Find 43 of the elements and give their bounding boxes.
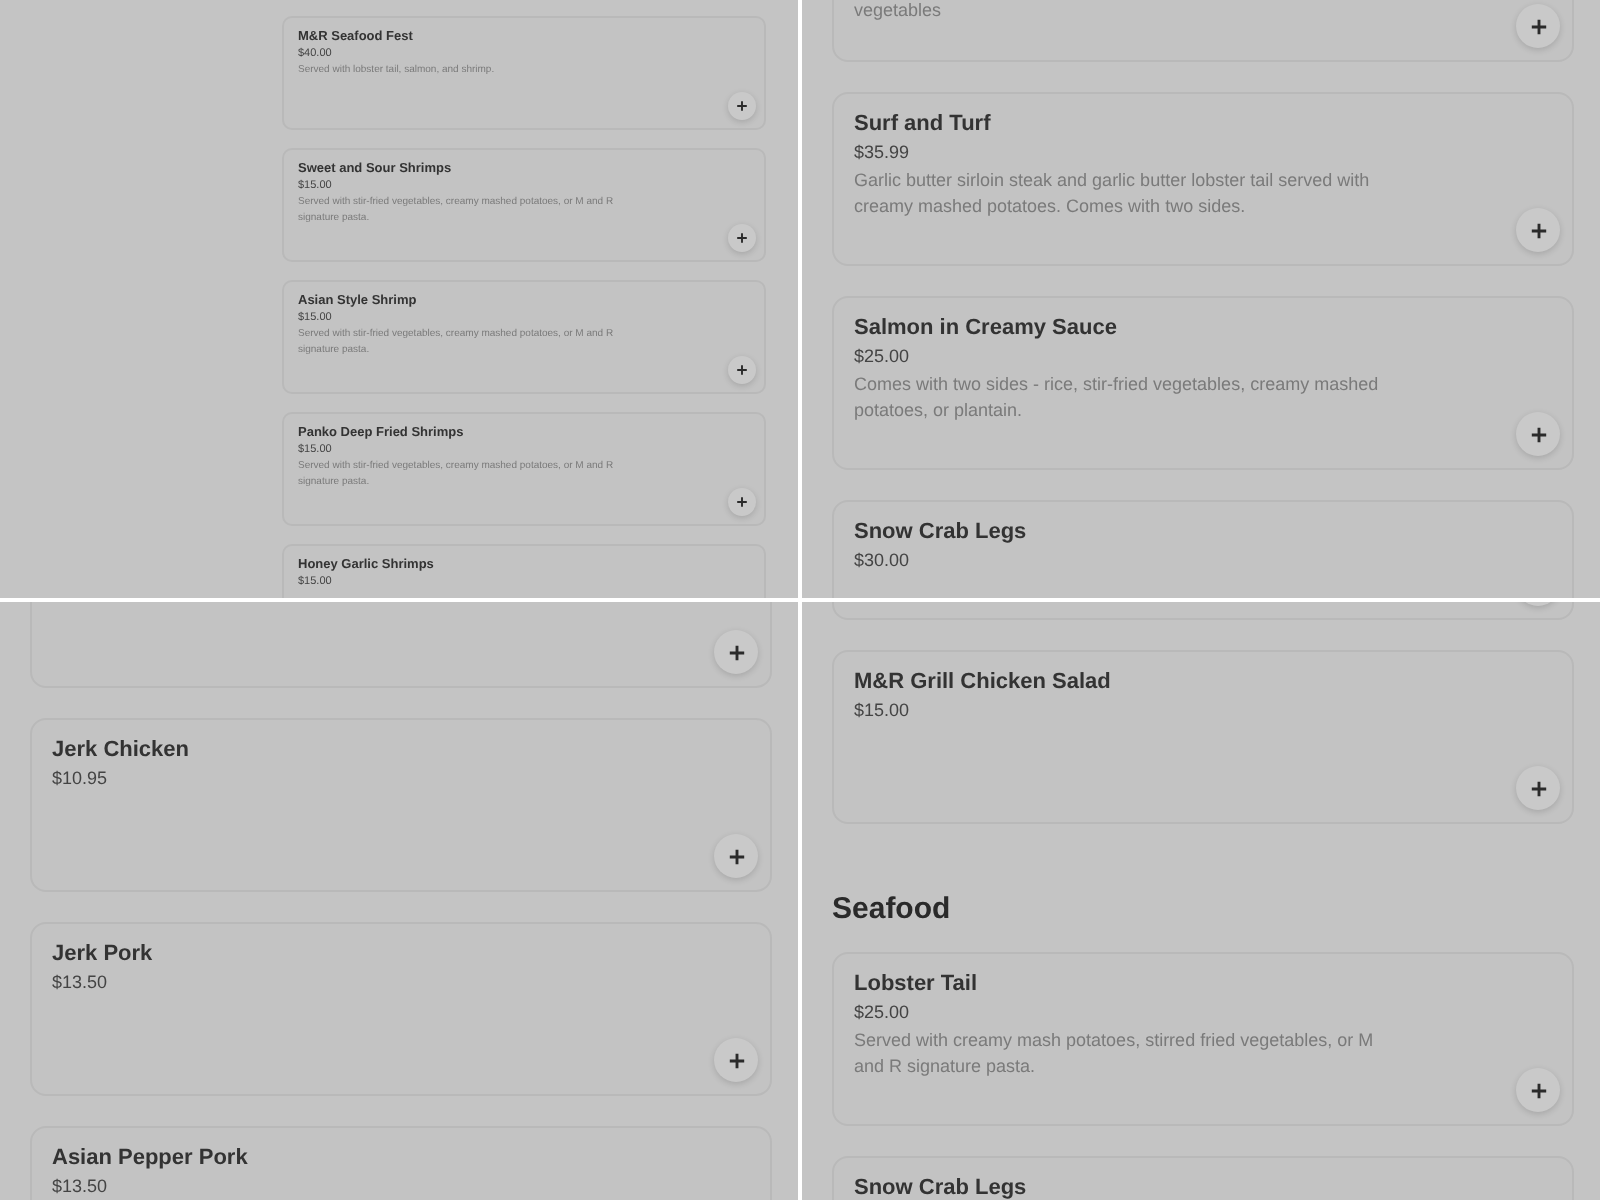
plus-icon <box>727 643 745 661</box>
item-price: $35.99 <box>854 142 912 162</box>
menu-item-card[interactable]: M&R Grill Chicken Salad $15.00 <box>832 650 1574 824</box>
item-name: Salmon in Creamy Sauce <box>854 316 1119 340</box>
item-name: Jerk Pork <box>52 942 155 966</box>
item-name: Snow Crab Legs <box>854 520 1029 544</box>
item-price: $13.50 <box>52 972 110 992</box>
item-price: $25.00 <box>854 346 912 366</box>
item-description: Comes with two sides - rice, stir-fried vegetables, creamy mashed potatoes, or plantain. <box>854 372 1381 422</box>
item-name: Surf and Turf <box>854 112 993 136</box>
menu-item-card[interactable]: Lobster Tail $25.00 Served with creamy mash potatoes, stirred fried vegetables, or M and R signature pasta. <box>832 952 1574 1126</box>
plus-icon <box>736 496 748 508</box>
menu-item-card[interactable]: Jerk Chicken $10.95 <box>30 718 772 892</box>
plus-icon <box>727 847 745 865</box>
menu-item-card[interactable]: Jerk Pork $13.50 <box>30 922 772 1096</box>
section-heading: Seafood <box>832 892 953 926</box>
item-description: Served with creamy mash potatoes, stirred fried vegetables, or M and R signature pasta. <box>854 1028 1376 1078</box>
menu-item-card[interactable]: Surf and Turf $35.99 Garlic butter sirloin steak and garlic butter lobster tail served with creamy mashed potatoes. Comes with two sides. <box>832 92 1574 266</box>
item-description: Garlic butter sirloin steak and garlic butter lobster tail served with creamy mashed potatoes. Comes with two sides. <box>854 168 1372 218</box>
menu-item-card[interactable]: Asian Pepper Pork $13.50 <box>30 1126 772 1200</box>
menu-item-card[interactable]: Salmon in Creamy Sauce $25.00 Comes with two sides - rice, stir-fried vegetables, creamy mashed potatoes, or plantain. <box>832 296 1574 470</box>
item-price: $10.95 <box>52 768 110 788</box>
plus-icon <box>736 232 748 244</box>
plus-icon <box>1529 221 1547 239</box>
item-description: vegetables <box>854 0 944 22</box>
plus-icon <box>1529 17 1547 35</box>
item-name: Lobster Tail <box>854 972 980 996</box>
item-name: M&R Grill Chicken Salad <box>854 670 1113 694</box>
menu-item-card[interactable]: Snow Crab Legs <box>832 1156 1574 1200</box>
plus-icon <box>727 1051 745 1069</box>
plus-icon <box>1529 425 1547 443</box>
plus-icon <box>736 100 748 112</box>
plus-icon <box>1529 779 1547 797</box>
item-name: Jerk Chicken <box>52 738 191 762</box>
item-price: $25.00 <box>854 1002 912 1022</box>
item-name: Asian Pepper Pork <box>52 1146 250 1170</box>
plus-icon <box>1529 1081 1547 1099</box>
item-price: $30.00 <box>854 550 912 570</box>
plus-icon <box>736 364 748 376</box>
item-price: $15.00 <box>854 700 912 720</box>
item-price: $13.50 <box>52 1176 110 1196</box>
item-name: Snow Crab Legs <box>854 1176 1029 1200</box>
menu-item-card[interactable]: Snow Crab Legs $30.00 <box>832 500 1574 598</box>
